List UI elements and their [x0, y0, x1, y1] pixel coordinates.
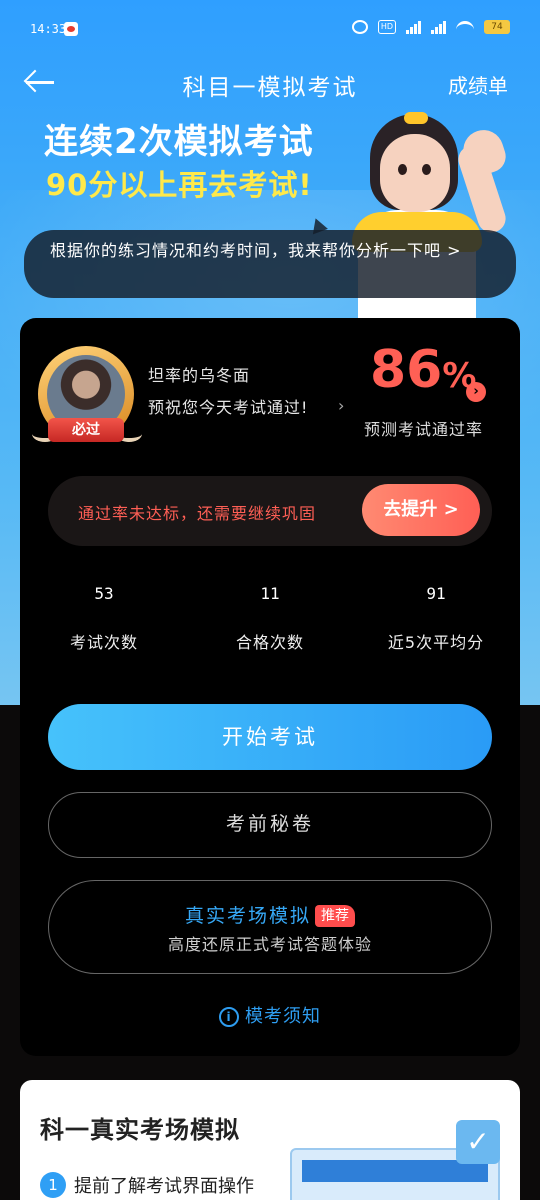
stats-row: 53 考试次数 11 合格次数 91 近5次平均分 [20, 584, 520, 674]
real-exam-subtitle: 高度还原正式考试答题体验 [167, 935, 372, 954]
stat-value: 11 [260, 584, 280, 603]
improve-button[interactable]: 去提升 > [362, 484, 480, 536]
checkmark-icon: ✓ [456, 1120, 500, 1164]
real-exam-title: 真实考场模拟 [184, 905, 311, 927]
mascot-bow [404, 112, 428, 124]
exam-notice-label: 模考须知 [245, 1006, 321, 1027]
pass-rate-arrow-icon[interactable]: › [466, 382, 486, 402]
user-wish[interactable]: 预祝您今天考试通过! [148, 394, 308, 418]
stat-pass-count: 11 合格次数 [200, 584, 340, 653]
pass-badge: 必过 [48, 418, 124, 442]
stat-label: 近5次平均分 [387, 633, 485, 652]
wifi-icon [456, 21, 474, 33]
step-text: 提前了解考试界面操作 [74, 1176, 254, 1197]
intro-card-title: 科一真实考场模拟 [40, 1116, 240, 1144]
stat-exam-count: 53 考试次数 [34, 584, 174, 653]
status-time: 14:33 [30, 22, 67, 36]
mascot-eye [398, 164, 407, 175]
status-bar: 14:33 HD 74 [0, 0, 540, 60]
real-exam-intro-card[interactable]: 科一真实考场模拟 1 提前了解考试界面操作 ✓ [20, 1080, 520, 1200]
real-exam-simulation-button[interactable]: 真实考场模拟 推荐 高度还原正式考试答题体验 [48, 880, 492, 974]
chevron-right-icon[interactable]: › [338, 396, 344, 415]
mascot-face [380, 134, 450, 212]
warning-bar: 通过率未达标，还需要继续巩固 去提升 > [48, 476, 492, 546]
status-icons: HD 74 [352, 20, 510, 34]
exam-card: 必过 坦率的乌冬面 预祝您今天考试通过! › 86% › 预测考试通过率 通过率… [20, 318, 520, 1056]
pass-rate-label: 预测考试通过率 [364, 420, 484, 439]
stat-label: 合格次数 [235, 633, 304, 652]
alarm-icon [352, 20, 368, 34]
stat-value: 53 [94, 584, 114, 603]
stat-average-score: 91 近5次平均分 [366, 584, 506, 653]
step-number: 1 [40, 1172, 66, 1198]
stat-label: 考试次数 [69, 633, 138, 652]
exam-notice-link[interactable]: i 模考须知 [20, 1002, 520, 1028]
weibo-icon [64, 22, 78, 36]
battery-icon: 74 [484, 20, 510, 34]
banner-subheadline: 90分以上再去考试! [46, 168, 313, 202]
warning-text: 通过率未达标，还需要继续巩固 [78, 504, 317, 523]
hd-icon: HD [378, 20, 396, 34]
banner-headline: 连续2次模拟考试 [44, 122, 314, 162]
analysis-bubble[interactable]: 根据你的练习情况和约考时间，我来帮你分析一下吧 > [24, 230, 516, 298]
user-name: 坦率的乌冬面 [148, 366, 251, 385]
avatar-badge-group[interactable]: 必过 [32, 340, 142, 450]
info-icon: i [219, 1007, 239, 1027]
signal-icon [406, 20, 421, 34]
recommend-tag: 推荐 [315, 905, 355, 927]
nav-bar: 科目一模拟考试 成绩单 [0, 60, 540, 106]
start-exam-button[interactable]: 开始考试 [48, 704, 492, 770]
signal-icon-2 [431, 20, 446, 34]
pass-rate-number: 86 [370, 340, 443, 400]
secret-paper-button[interactable]: 考前秘卷 [48, 792, 492, 858]
pass-rate-value: 86% [370, 340, 476, 400]
mascot-eye [422, 164, 431, 175]
score-report-link[interactable]: 成绩单 [448, 70, 508, 99]
real-exam-title-row: 真实考场模拟 推荐 [49, 901, 491, 928]
stat-value: 91 [426, 584, 446, 603]
